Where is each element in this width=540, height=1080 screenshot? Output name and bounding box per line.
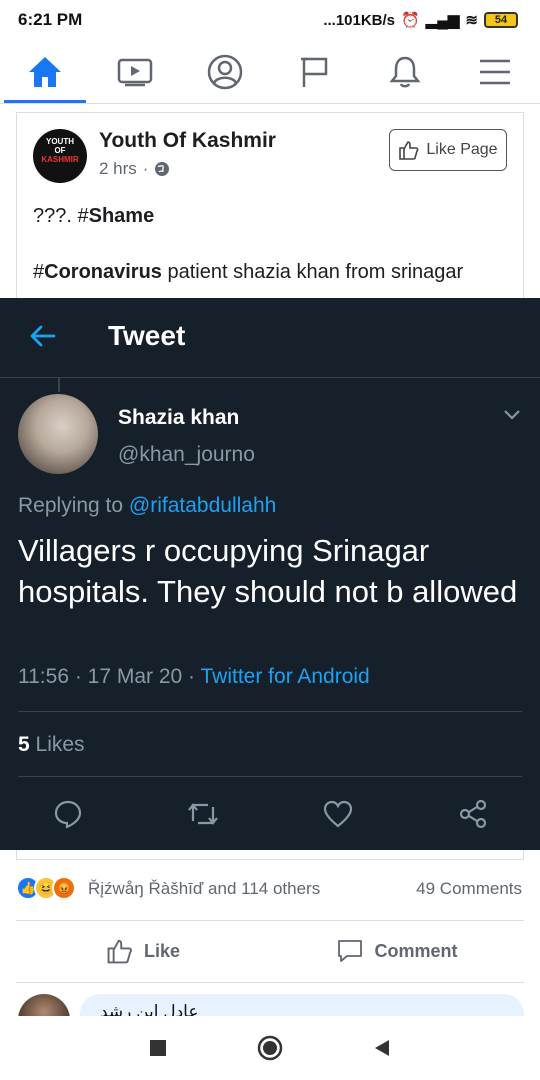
recents-square-icon[interactable] <box>149 1039 167 1057</box>
status-indicators: ...101KB/s ⏰ ▂▄▆ ≋ 54 <box>323 11 518 29</box>
hashtag-shame[interactable]: Shame <box>89 205 155 227</box>
tweet-like-action <box>270 794 405 834</box>
post-text-line-2: #Coronavirus patient shazia khan from sr… <box>33 261 463 284</box>
like-button-label: Like <box>143 940 181 961</box>
tweet-action-bar <box>0 794 540 834</box>
notifications-bell-icon <box>389 56 421 87</box>
reaction-names[interactable]: Řįźwåŋ Řàšhīď and 114 others <box>88 879 320 899</box>
tweet-header: Tweet <box>0 298 540 378</box>
tweet-text: Villagers r occupying Srinagar hospitals… <box>18 533 518 609</box>
system-navigation-bar <box>0 1016 540 1080</box>
wifi-icon: ≋ <box>465 12 478 29</box>
post-text-prefix: ???. # <box>33 205 89 227</box>
comment-button-label: Comment <box>374 940 458 961</box>
heart-icon <box>323 800 352 828</box>
replying-to-mention: @rifatabdullahh <box>128 494 277 517</box>
tweet-author-avatar <box>18 394 98 474</box>
tweet-source: Twitter for Android <box>200 665 370 688</box>
status-time: 6:21 PM <box>18 10 83 29</box>
tweet-divider <box>18 711 522 712</box>
comment-button[interactable]: Comment <box>270 922 524 980</box>
hashtag-coronavirus[interactable]: Coronavirus <box>44 261 162 283</box>
chevron-down-icon <box>504 410 520 420</box>
tweet-likes: 5 Likes <box>18 733 85 757</box>
network-speed: ...101KB/s <box>323 11 396 29</box>
hash-symbol: # <box>33 261 45 283</box>
divider <box>16 920 524 921</box>
replying-prefix: Replying to <box>18 494 129 517</box>
tweet-screenshot: Tweet Shazia khan @khan_journo Replying … <box>0 298 540 850</box>
nav-pages[interactable] <box>270 40 360 103</box>
tweet-header-title: Tweet <box>108 320 186 351</box>
post-action-row: Like Comment <box>16 922 524 980</box>
tweet-author-handle: @khan_journo <box>118 443 255 466</box>
thread-line <box>58 378 60 392</box>
nav-menu[interactable] <box>450 40 540 103</box>
thumbs-up-icon <box>399 141 419 160</box>
avatar-logo-text-1: YOUTH <box>46 137 74 146</box>
divider <box>16 982 524 983</box>
battery-icon: 54 <box>484 12 518 28</box>
back-triangle-icon[interactable] <box>373 1038 391 1058</box>
home-icon <box>29 56 61 87</box>
tweet-divider <box>18 776 522 777</box>
like-page-button[interactable]: Like Page <box>389 129 507 171</box>
like-button[interactable]: Like <box>16 922 270 980</box>
globe-icon <box>155 162 170 176</box>
share-icon <box>459 799 486 829</box>
comments-count[interactable]: 49 Comments <box>416 879 522 899</box>
tweet-meta: 11:56 · 17 Mar 20 · Twitter for Android <box>18 665 370 689</box>
tweet-author-name: Shazia khan <box>118 406 240 429</box>
home-circle-icon[interactable] <box>257 1035 283 1061</box>
tweet-retweet-action <box>135 794 270 834</box>
facebook-top-nav <box>0 40 540 104</box>
like-page-label: Like Page <box>426 141 498 158</box>
angry-reaction-icon: 😡 <box>52 876 76 900</box>
tweet-likes-label: Likes <box>29 733 85 756</box>
post-meta: 2 hrs · <box>99 159 170 179</box>
nav-notifications[interactable] <box>360 40 450 103</box>
tweet-likes-count: 5 <box>18 733 30 756</box>
tweet-share-action <box>405 794 540 834</box>
post-text-rest: patient shazia khan from srinagar <box>161 261 464 283</box>
post-card-bottom <box>16 850 524 860</box>
back-arrow-icon <box>30 325 56 347</box>
status-bar: 6:21 PM ...101KB/s ⏰ ▂▄▆ ≋ 54 <box>0 0 540 40</box>
menu-icon <box>480 59 510 84</box>
retweet-icon <box>187 803 218 825</box>
tweet-timestamp: 11:56 · 17 Mar 20 · <box>18 665 201 688</box>
avatar-logo-text-2: OF <box>54 146 66 155</box>
nav-home[interactable] <box>0 40 90 103</box>
profile-icon <box>207 54 243 89</box>
post-time[interactable]: 2 hrs <box>99 159 137 179</box>
page-name[interactable]: Youth Of Kashmir <box>99 129 276 153</box>
thumbs-up-icon <box>107 939 132 964</box>
post-card: YOUTH OF KASHMIR Youth Of Kashmir 2 hrs … <box>16 112 524 298</box>
nav-watch[interactable] <box>90 40 180 103</box>
post-text-line-1: ???. #Shame <box>33 205 154 228</box>
replying-to: Replying to @rifatabdullahh <box>18 494 276 518</box>
page-avatar[interactable]: YOUTH OF KASHMIR <box>33 129 87 183</box>
reactions-summary[interactable]: 👍 😆 😡 <box>16 876 76 900</box>
nav-profile[interactable] <box>180 40 270 103</box>
watch-icon <box>117 58 153 86</box>
reply-icon <box>54 800 81 829</box>
meta-dot: · <box>142 159 149 178</box>
comment-icon <box>338 940 363 962</box>
avatar-logo-text-3: KASHMIR <box>41 155 79 164</box>
pages-flag-icon <box>301 57 328 87</box>
signal-icon: ▂▄▆ <box>425 12 460 29</box>
alarm-icon: ⏰ <box>401 12 420 29</box>
tweet-reply-action <box>0 794 135 834</box>
